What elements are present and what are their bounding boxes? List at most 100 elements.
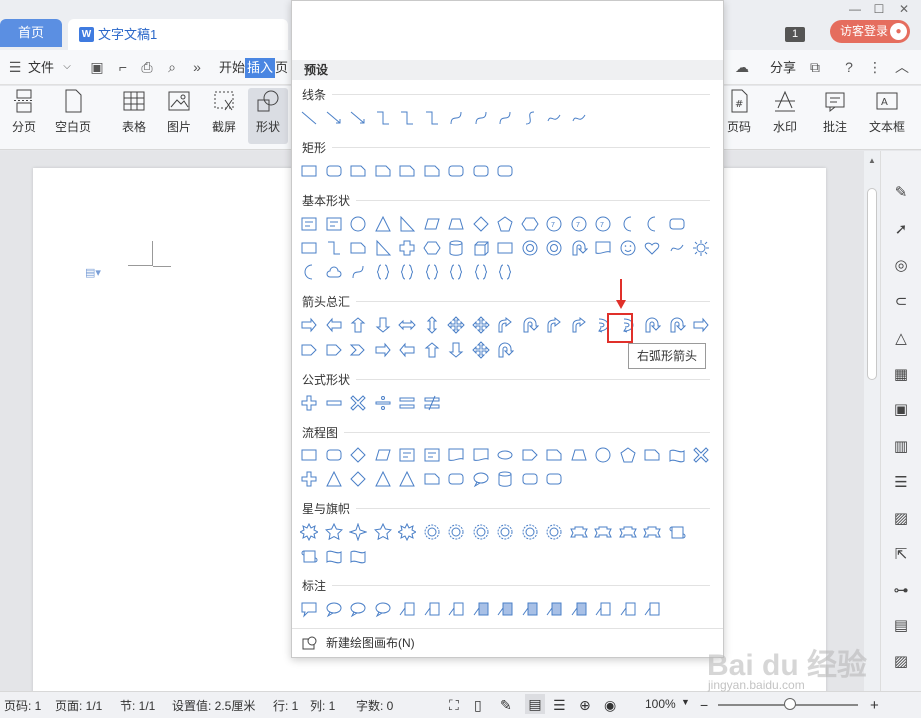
starN-shape-icon[interactable]: [423, 523, 441, 541]
chevron-shape-icon[interactable]: [349, 341, 367, 359]
guest-login-button[interactable]: 访客登录 ●: [830, 20, 910, 43]
elbow-shape-icon[interactable]: [398, 109, 416, 127]
free-shape-icon[interactable]: [545, 109, 563, 127]
scroll-shape-icon[interactable]: [668, 523, 686, 541]
diamond-shape-icon[interactable]: [349, 446, 367, 464]
pent-shape-icon[interactable]: [619, 446, 637, 464]
cyl-shape-icon[interactable]: [496, 470, 514, 488]
uturn-shape-icon[interactable]: [496, 341, 515, 359]
rect-shape-icon[interactable]: [300, 446, 318, 464]
vertical-scroll-thumb[interactable]: [867, 188, 877, 380]
page-break-button[interactable]: 分页: [4, 88, 44, 144]
hamburger-icon[interactable]: ☰: [6, 58, 24, 76]
format-painter-icon[interactable]: ⌐: [114, 58, 132, 76]
quad-shape-icon[interactable]: [471, 316, 490, 334]
scroll-shape-icon[interactable]: [300, 547, 318, 565]
collab-icon[interactable]: ⧉: [806, 58, 824, 76]
lcalloutF-shape-icon[interactable]: [545, 600, 563, 618]
divide-shape-icon[interactable]: [374, 394, 392, 412]
uturn-shape-icon[interactable]: [668, 316, 686, 334]
cyl-shape-icon[interactable]: [447, 239, 465, 257]
lrarrow-shape-icon[interactable]: [398, 316, 416, 334]
diamond-shape-icon[interactable]: [349, 470, 367, 488]
moon-shape-icon[interactable]: [300, 263, 318, 281]
trap-shape-icon[interactable]: [570, 446, 588, 464]
bent-shape-icon[interactable]: [545, 316, 563, 334]
textbox-shape-icon[interactable]: [300, 215, 318, 233]
elbow-shape-icon[interactable]: [325, 239, 343, 257]
bent-shape-icon[interactable]: [570, 316, 588, 334]
new-canvas-button[interactable]: 新建绘图画布(N): [292, 628, 723, 657]
minus-shape-icon[interactable]: [325, 394, 343, 412]
table-button[interactable]: 表格: [114, 88, 154, 144]
tri-shape-icon[interactable]: [325, 470, 343, 488]
para-shape-icon[interactable]: [423, 215, 441, 233]
hex-shape-icon[interactable]: [422, 239, 441, 257]
close-icon[interactable]: ✕: [895, 2, 913, 16]
print-preview-icon[interactable]: ⌕: [163, 58, 181, 76]
comment-button[interactable]: 批注: [816, 88, 854, 144]
fullscreen-icon[interactable]: ⛶: [449, 697, 459, 714]
share-out-icon[interactable]: ⇱: [891, 545, 911, 565]
rect-shape-icon[interactable]: [300, 239, 318, 257]
save-icon[interactable]: ▣: [88, 58, 106, 76]
lcalloutF-shape-icon[interactable]: [570, 600, 588, 618]
cloud-sync-icon[interactable]: ☁: [733, 58, 751, 76]
edit-mode-icon[interactable]: ✎: [500, 697, 512, 714]
curve-shape-icon[interactable]: [447, 109, 465, 127]
rtri-shape-icon[interactable]: [374, 239, 392, 257]
snip-shape-icon[interactable]: [545, 446, 563, 464]
starN-shape-icon[interactable]: [472, 523, 490, 541]
zoom-out-icon[interactable]: −: [700, 697, 708, 713]
doc-shape-icon[interactable]: [472, 446, 490, 464]
rarrow-shape-icon[interactable]: [300, 316, 318, 334]
star5-shape-icon[interactable]: [324, 522, 343, 541]
cross-shape-icon[interactable]: [398, 239, 416, 257]
zoom-level[interactable]: 100%: [645, 697, 676, 711]
eye-protect-icon[interactable]: ◉: [604, 697, 616, 714]
starN-shape-icon[interactable]: [496, 523, 514, 541]
oct-shape-icon[interactable]: 7: [570, 215, 588, 233]
plus-shape-icon[interactable]: [300, 470, 318, 488]
lcalloutF-shape-icon[interactable]: [472, 600, 490, 618]
rrect-shape-icon[interactable]: [668, 215, 686, 233]
rrect-shape-icon[interactable]: [472, 162, 490, 180]
wave-shape-icon[interactable]: [668, 446, 686, 464]
status-section[interactable]: 节: 1/1: [120, 697, 155, 714]
lcallout-shape-icon[interactable]: [619, 600, 637, 618]
diamond-shape-icon[interactable]: [472, 215, 490, 233]
zoom-dropdown-icon[interactable]: ▼: [681, 697, 690, 707]
print-icon[interactable]: ⎙: [138, 58, 156, 76]
arrowline-shape-icon[interactable]: [349, 109, 367, 127]
smile-shape-icon[interactable]: [619, 239, 637, 257]
free-shape-icon[interactable]: [668, 239, 686, 257]
larrow-shape-icon[interactable]: [325, 316, 343, 334]
moon-shape-icon[interactable]: [619, 215, 637, 233]
shape-button[interactable]: 形状: [248, 88, 288, 144]
ne-shape-icon[interactable]: [423, 394, 441, 412]
brace-shape-icon[interactable]: [447, 263, 465, 281]
lcallout-shape-icon[interactable]: [398, 600, 416, 618]
rarrow-shape-icon[interactable]: [692, 316, 710, 334]
curve-shape-icon[interactable]: [349, 263, 367, 281]
rrect-shape-icon[interactable]: [325, 162, 343, 180]
starN-shape-icon[interactable]: [545, 523, 563, 541]
elbow-shape-icon[interactable]: [374, 109, 392, 127]
elbow-shape-icon[interactable]: [423, 109, 441, 127]
curve-shape-icon[interactable]: [472, 109, 490, 127]
snip-shape-icon[interactable]: [423, 162, 441, 180]
tab-document[interactable]: W 文字文稿1: [68, 19, 288, 50]
darrow-shape-icon[interactable]: [374, 316, 392, 334]
pentarrow-shape-icon[interactable]: [300, 341, 318, 359]
textbox-shape-icon[interactable]: [325, 215, 343, 233]
times-shape-icon[interactable]: [692, 446, 710, 464]
flow-icon[interactable]: ⊶: [891, 581, 911, 601]
star4-shape-icon[interactable]: [348, 522, 368, 542]
brace-shape-icon[interactable]: [496, 263, 514, 281]
callout2-shape-icon[interactable]: [472, 470, 490, 488]
maximize-icon[interactable]: ☐: [870, 2, 888, 16]
more-options-icon[interactable]: ⋮: [866, 58, 884, 76]
blank-page-button[interactable]: 空白页: [48, 88, 98, 144]
star5-shape-icon[interactable]: [373, 522, 392, 541]
rect-shape-icon[interactable]: [300, 162, 318, 180]
